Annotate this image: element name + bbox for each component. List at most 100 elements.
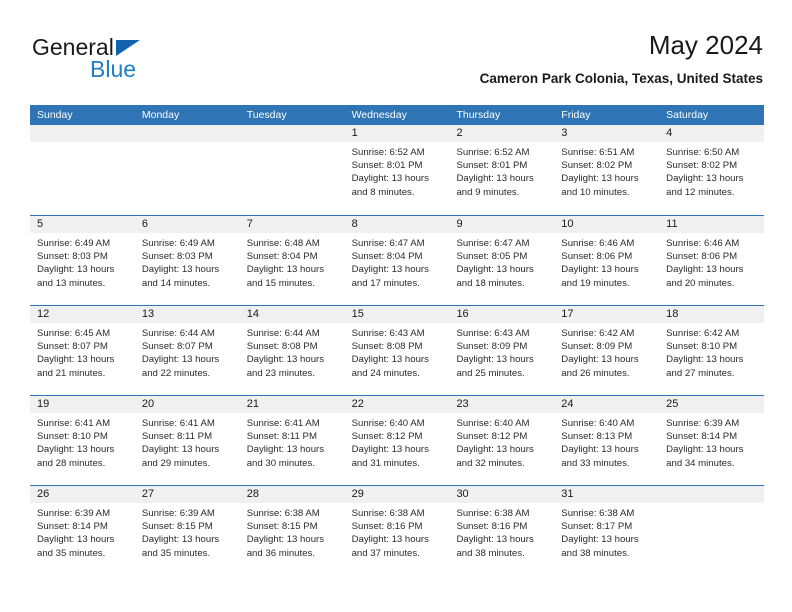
general-blue-logo[interactable]: General Blue: [32, 34, 192, 90]
day-cell[interactable]: 9 Sunrise: 6:47 AM Sunset: 8:05 PM Daylight…: [449, 216, 555, 305]
weekday-header-monday: Monday: [141, 109, 180, 121]
day-cell[interactable]: 1 Sunrise: 6:52 AM Sunset: 8:01 PM Daylight…: [344, 125, 450, 215]
daylight-text-line1: Daylight: 13 hours: [666, 264, 744, 276]
day-info: Sunrise: 6:39 AM Sunset: 8:15 PM Daylight:…: [135, 503, 240, 560]
weekday-header-saturday: Saturday: [666, 109, 709, 121]
daylight-text-line2: and 38 minutes.: [561, 547, 630, 559]
week-row: 1 Sunrise: 6:52 AM Sunset: 8:01 PM Daylight…: [30, 125, 765, 215]
sunset-text: Sunset: 8:01 PM: [351, 160, 423, 172]
sunrise-text: Sunrise: 6:49 AM: [141, 238, 215, 249]
day-number: 25: [659, 396, 765, 413]
day-cell[interactable]: 25 Sunrise: 6:39 AM Sunset: 8:14 PM Dayligh…: [659, 396, 765, 485]
day-number: 7: [239, 216, 345, 233]
day-number: 29: [344, 486, 450, 503]
day-cell[interactable]: 2 Sunrise: 6:52 AM Sunset: 8:01 PM Daylight…: [449, 125, 555, 215]
sunset-text: Sunset: 8:11 PM: [141, 431, 213, 443]
sunset-text: Sunset: 8:02 PM: [666, 160, 738, 172]
daylight-text-line1: Daylight: 13 hours: [456, 173, 534, 185]
day-cell[interactable]: 5 Sunrise: 6:49 AM Sunset: 8:03 PM Daylight…: [30, 216, 135, 305]
day-cell-empty: [659, 486, 765, 575]
day-cell[interactable]: 8 Sunrise: 6:47 AM Sunset: 8:04 PM Daylight…: [344, 216, 450, 305]
sunset-text: Sunset: 8:05 PM: [456, 251, 528, 263]
daylight-text-line2: and 38 minutes.: [456, 547, 525, 559]
day-cell[interactable]: 23 Sunrise: 6:40 AM Sunset: 8:12 PM Dayligh…: [449, 396, 555, 485]
sunrise-text: Sunrise: 6:44 AM: [246, 328, 320, 339]
sunset-text: Sunset: 8:17 PM: [561, 521, 633, 533]
day-cell[interactable]: 10 Sunrise: 6:46 AM Sunset: 8:06 PM Dayligh…: [554, 216, 660, 305]
daylight-text-line1: Daylight: 13 hours: [456, 534, 534, 546]
sunset-text: Sunset: 8:14 PM: [666, 431, 738, 443]
day-cell[interactable]: 16 Sunrise: 6:43 AM Sunset: 8:09 PM Dayligh…: [449, 306, 555, 395]
sunset-text: Sunset: 8:10 PM: [666, 341, 738, 353]
day-cell[interactable]: 20 Sunrise: 6:41 AM Sunset: 8:11 PM Dayligh…: [134, 396, 240, 485]
day-number: 16: [449, 306, 555, 323]
weekday-header-friday: Friday: [561, 109, 591, 121]
day-cell[interactable]: 11 Sunrise: 6:46 AM Sunset: 8:06 PM Dayligh…: [659, 216, 765, 305]
day-cell[interactable]: 24 Sunrise: 6:40 AM Sunset: 8:13 PM Dayligh…: [554, 396, 660, 485]
sunrise-text: Sunrise: 6:42 AM: [561, 328, 635, 339]
sunset-text: Sunset: 8:09 PM: [561, 341, 633, 353]
day-cell[interactable]: 29 Sunrise: 6:38 AM Sunset: 8:16 PM Dayligh…: [344, 486, 450, 575]
daylight-text-line1: Daylight: 13 hours: [246, 264, 325, 276]
daylight-text-line1: Daylight: 13 hours: [666, 354, 744, 366]
sunrise-text: Sunrise: 6:39 AM: [141, 508, 215, 519]
day-number: 3: [554, 125, 660, 142]
daylight-text-line1: Daylight: 13 hours: [351, 534, 429, 546]
sunrise-text: Sunrise: 6:46 AM: [561, 238, 635, 249]
day-cell[interactable]: 27 Sunrise: 6:39 AM Sunset: 8:15 PM Dayligh…: [134, 486, 240, 575]
sunrise-text: Sunrise: 6:50 AM: [666, 147, 740, 158]
day-cell[interactable]: 4 Sunrise: 6:50 AM Sunset: 8:02 PM Daylight…: [659, 125, 765, 215]
sunset-text: Sunset: 8:10 PM: [37, 431, 108, 443]
sunrise-text: Sunrise: 6:43 AM: [351, 328, 425, 339]
weekday-header-thursday: Thursday: [456, 109, 501, 121]
day-info: Sunrise: 6:50 AM Sunset: 8:02 PM Daylight:…: [659, 142, 764, 199]
day-cell[interactable]: 31 Sunrise: 6:38 AM Sunset: 8:17 PM Dayligh…: [554, 486, 660, 575]
daylight-text-line1: Daylight: 13 hours: [351, 354, 429, 366]
day-info: Sunrise: 6:39 AM Sunset: 8:14 PM Daylight:…: [30, 503, 135, 560]
daylight-text-line2: and 17 minutes.: [351, 277, 420, 289]
sunrise-text: Sunrise: 6:51 AM: [561, 147, 635, 158]
sunrise-text: Sunrise: 6:52 AM: [456, 147, 530, 158]
day-number: [239, 125, 345, 142]
day-cell[interactable]: 15 Sunrise: 6:43 AM Sunset: 8:08 PM Dayligh…: [344, 306, 450, 395]
day-number: 26: [30, 486, 135, 503]
day-info: Sunrise: 6:42 AM Sunset: 8:09 PM Daylight:…: [554, 323, 659, 380]
day-info: Sunrise: 6:44 AM Sunset: 8:07 PM Daylight:…: [135, 323, 240, 380]
day-info: Sunrise: 6:46 AM Sunset: 8:06 PM Daylight:…: [554, 233, 659, 290]
sunrise-text: Sunrise: 6:39 AM: [666, 418, 740, 429]
daylight-text-line2: and 32 minutes.: [456, 457, 525, 469]
day-cell[interactable]: 3 Sunrise: 6:51 AM Sunset: 8:02 PM Daylight…: [554, 125, 660, 215]
day-cell[interactable]: 14 Sunrise: 6:44 AM Sunset: 8:08 PM Dayligh…: [239, 306, 345, 395]
day-number: 24: [554, 396, 660, 413]
day-cell[interactable]: 30 Sunrise: 6:38 AM Sunset: 8:16 PM Dayligh…: [449, 486, 555, 575]
day-cell[interactable]: 12 Sunrise: 6:45 AM Sunset: 8:07 PM Dayligh…: [30, 306, 135, 395]
daylight-text-line2: and 33 minutes.: [561, 457, 630, 469]
sunrise-text: Sunrise: 6:47 AM: [351, 238, 425, 249]
day-cell[interactable]: 28 Sunrise: 6:38 AM Sunset: 8:15 PM Dayligh…: [239, 486, 345, 575]
daylight-text-line2: and 18 minutes.: [456, 277, 525, 289]
day-cell[interactable]: 22 Sunrise: 6:40 AM Sunset: 8:12 PM Dayligh…: [344, 396, 450, 485]
sunrise-text: Sunrise: 6:47 AM: [456, 238, 530, 249]
day-cell[interactable]: 7 Sunrise: 6:48 AM Sunset: 8:04 PM Daylight…: [239, 216, 345, 305]
day-info: Sunrise: 6:38 AM Sunset: 8:16 PM Daylight:…: [345, 503, 450, 560]
sunrise-text: Sunrise: 6:40 AM: [456, 418, 530, 429]
sunset-text: Sunset: 8:06 PM: [666, 251, 738, 263]
day-cell[interactable]: 17 Sunrise: 6:42 AM Sunset: 8:09 PM Dayligh…: [554, 306, 660, 395]
day-cell[interactable]: 19 Sunrise: 6:41 AM Sunset: 8:10 PM Dayligh…: [30, 396, 135, 485]
day-cell[interactable]: 18 Sunrise: 6:42 AM Sunset: 8:10 PM Dayligh…: [659, 306, 765, 395]
day-cell[interactable]: 13 Sunrise: 6:44 AM Sunset: 8:07 PM Dayligh…: [134, 306, 240, 395]
sunset-text: Sunset: 8:06 PM: [561, 251, 633, 263]
day-number: 17: [554, 306, 660, 323]
day-info: Sunrise: 6:39 AM Sunset: 8:14 PM Daylight:…: [659, 413, 764, 470]
day-cell[interactable]: 26 Sunrise: 6:39 AM Sunset: 8:14 PM Dayligh…: [30, 486, 135, 575]
day-info: Sunrise: 6:48 AM Sunset: 8:04 PM Daylight:…: [240, 233, 345, 290]
day-number: 14: [239, 306, 345, 323]
day-info: Sunrise: 6:52 AM Sunset: 8:01 PM Daylight:…: [449, 142, 554, 199]
daylight-text-line1: Daylight: 13 hours: [666, 444, 744, 456]
daylight-text-line1: Daylight: 13 hours: [561, 173, 639, 185]
day-cell[interactable]: 21 Sunrise: 6:41 AM Sunset: 8:11 PM Dayligh…: [239, 396, 345, 485]
day-cell[interactable]: 6 Sunrise: 6:49 AM Sunset: 8:03 PM Daylight…: [134, 216, 240, 305]
daylight-text-line2: and 20 minutes.: [666, 277, 735, 289]
daylight-text-line2: and 35 minutes.: [37, 547, 106, 559]
sunset-text: Sunset: 8:16 PM: [351, 521, 423, 533]
